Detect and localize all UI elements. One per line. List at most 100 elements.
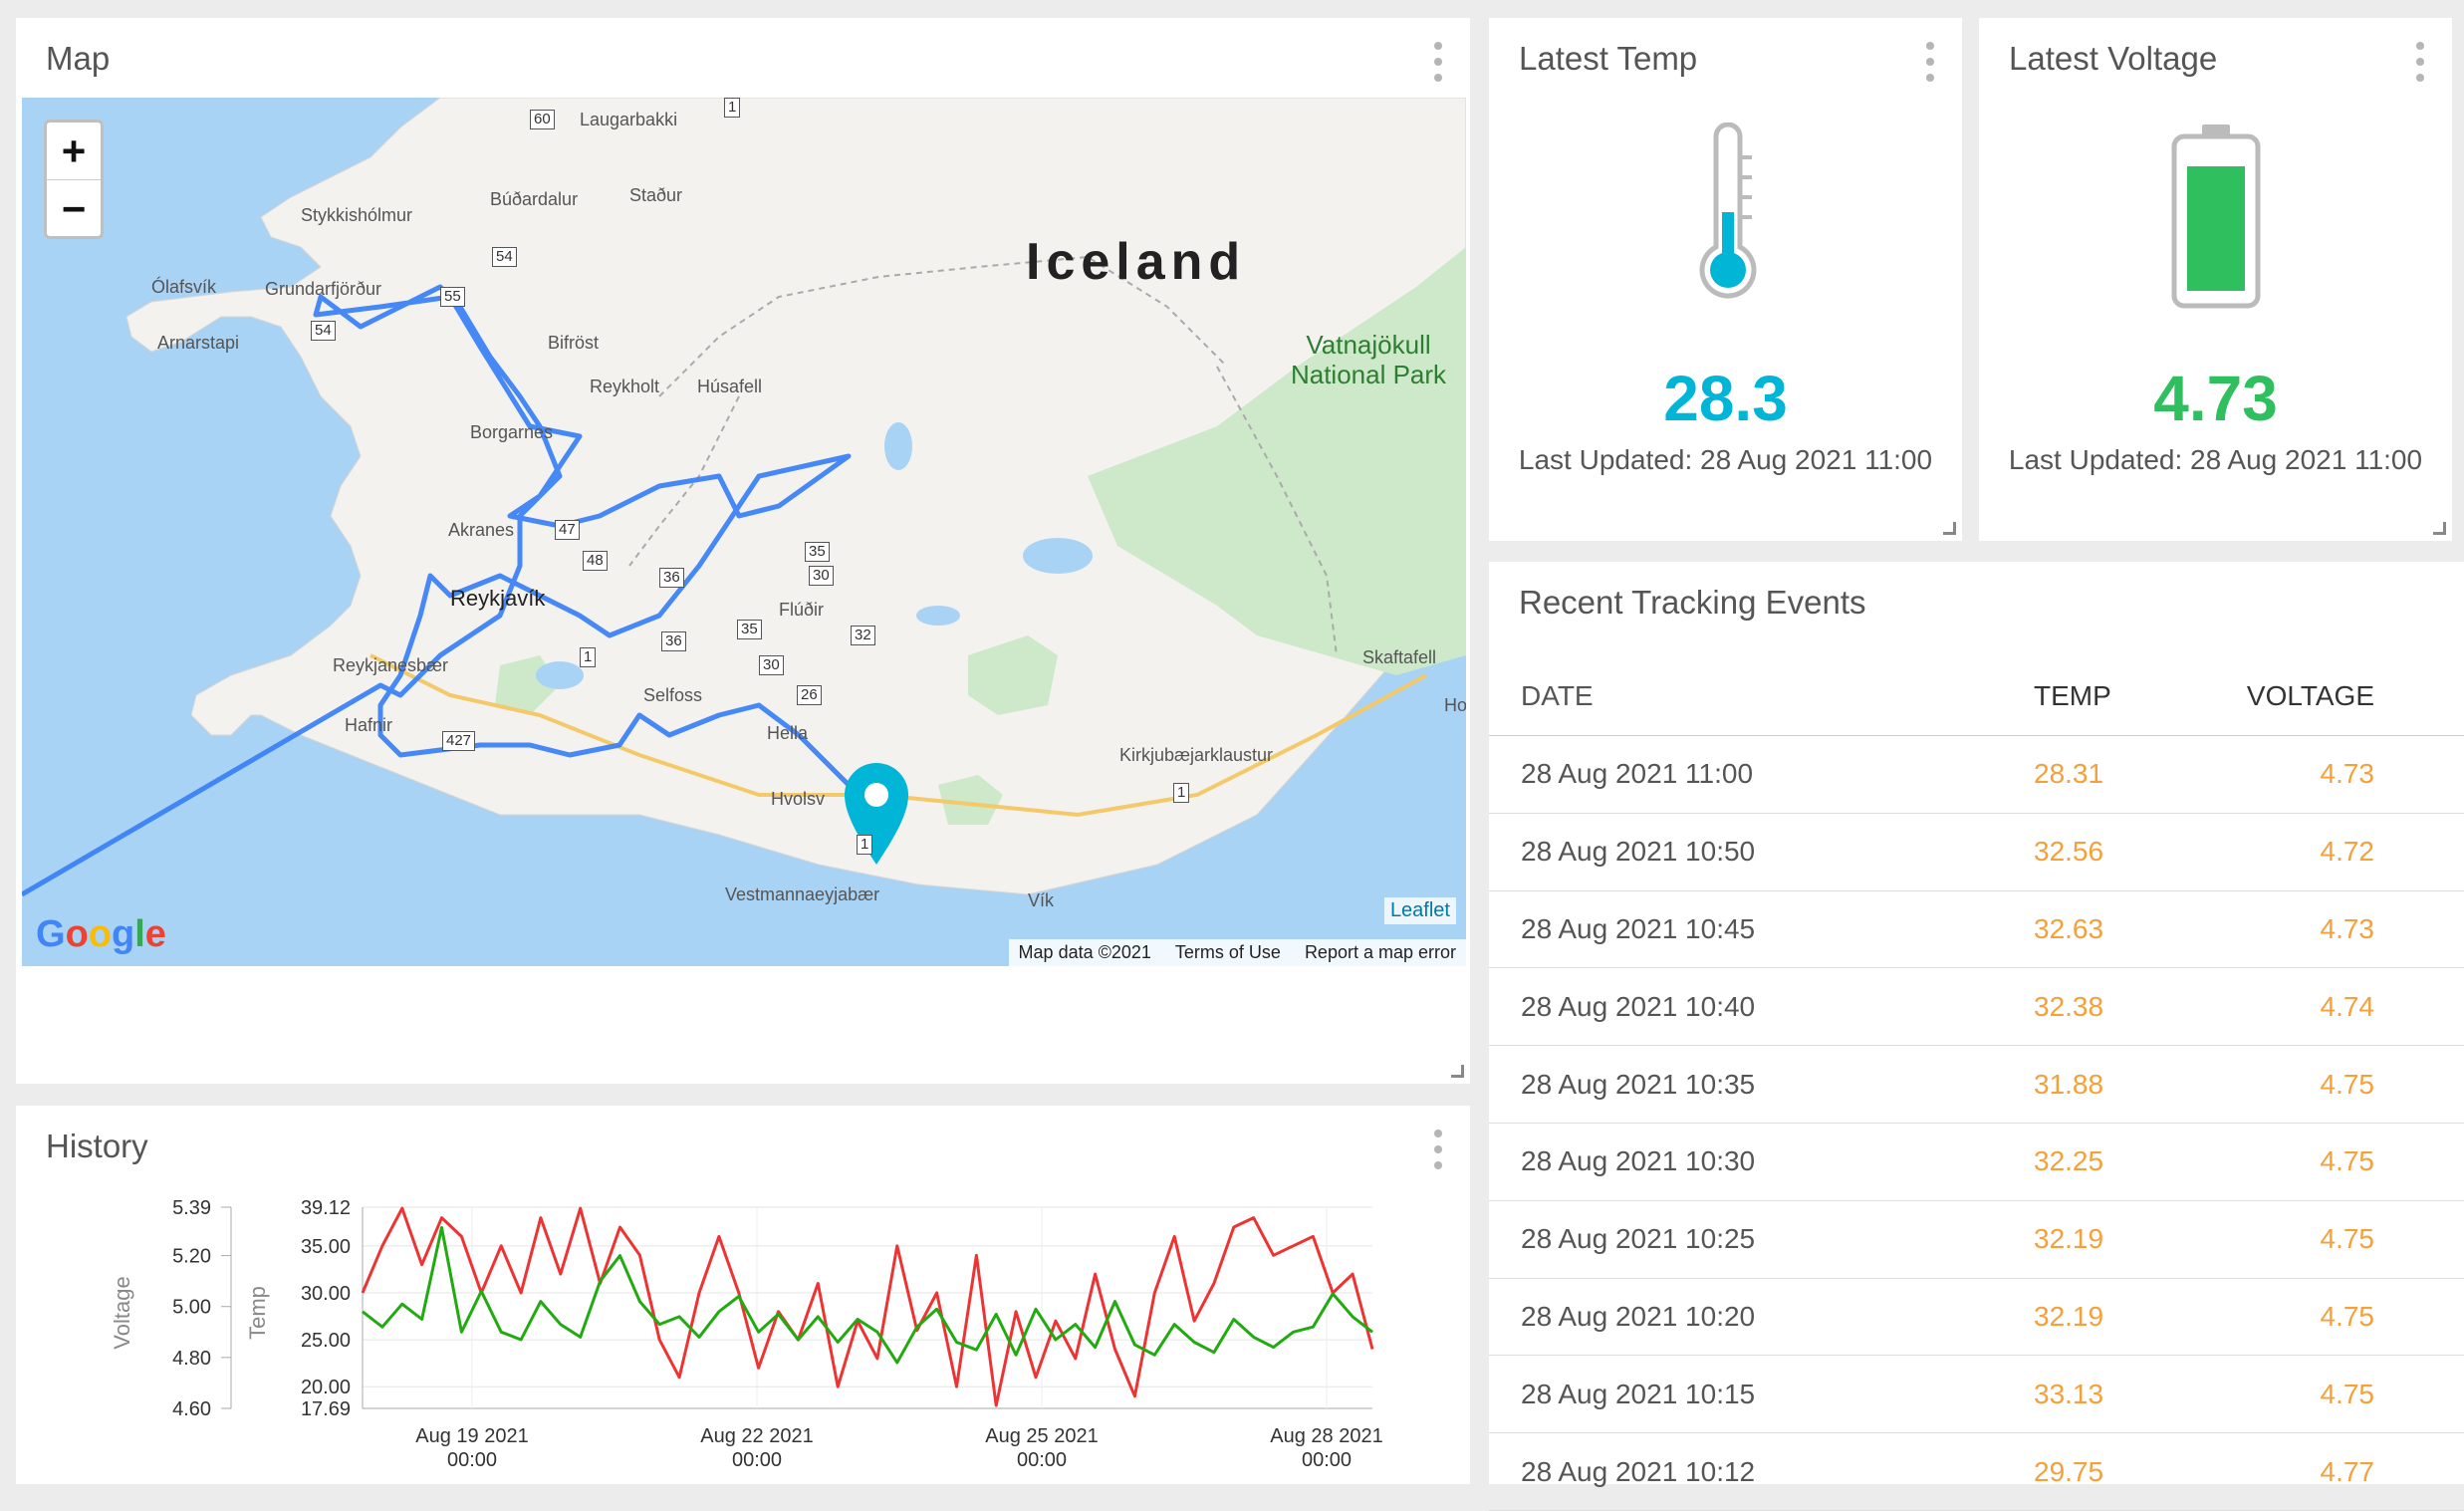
road-marker: 35 bbox=[737, 620, 762, 639]
thermometer-icon bbox=[1699, 123, 1757, 299]
zoom-out-icon[interactable]: − bbox=[47, 180, 101, 237]
temp-tick-label: 35.00 bbox=[301, 1236, 351, 1258]
leaflet-link[interactable]: Leaflet bbox=[1383, 897, 1456, 924]
row-voltage: 4.72 bbox=[2204, 813, 2464, 891]
road-marker: 54 bbox=[311, 321, 336, 341]
temp-tick-label: 17.69 bbox=[301, 1398, 351, 1420]
row-voltage: 4.73 bbox=[2204, 890, 2464, 969]
map-label: Staður bbox=[629, 185, 683, 205]
header-date[interactable]: DATE bbox=[1489, 657, 2034, 736]
map-park-label: Vatnajökull National Park bbox=[1290, 330, 1447, 389]
x-tick-label: 00:00 bbox=[447, 1449, 497, 1471]
row-voltage: 4.77 bbox=[2204, 1432, 2464, 1511]
map-label: Ólafsvík bbox=[151, 277, 217, 297]
table-row[interactable]: 28 Aug 2021 10:35 31.88 4.75 bbox=[1489, 1045, 2464, 1124]
row-temp: 32.19 bbox=[2034, 1200, 2204, 1279]
map-label: Hafnir bbox=[345, 715, 393, 735]
row-date: 28 Aug 2021 10:45 bbox=[1489, 890, 2034, 969]
map-label: Búðardalur bbox=[490, 189, 579, 209]
row-voltage: 4.75 bbox=[2204, 1200, 2464, 1279]
report-error-link[interactable]: Report a map error bbox=[1305, 942, 1456, 963]
terms-link[interactable]: Terms of Use bbox=[1175, 942, 1281, 963]
table-row[interactable]: 28 Aug 2021 10:15 33.13 4.75 bbox=[1489, 1355, 2464, 1434]
road-marker: 427 bbox=[442, 731, 476, 751]
road-marker: 47 bbox=[555, 520, 580, 540]
map-label: Reykjavík bbox=[450, 586, 546, 611]
road-marker: 26 bbox=[797, 685, 822, 705]
road-marker: 54 bbox=[492, 247, 517, 267]
row-date: 28 Aug 2021 10:30 bbox=[1489, 1123, 2034, 1201]
temp-tick-label: 20.00 bbox=[301, 1377, 351, 1398]
road-marker: 36 bbox=[661, 631, 686, 651]
map-label: Grundarfjörður bbox=[265, 279, 382, 299]
road-marker: 30 bbox=[809, 566, 834, 586]
voltage-tick-label: 5.00 bbox=[172, 1297, 211, 1319]
map-label: Stykkishólmur bbox=[301, 205, 413, 225]
zoom-in-icon[interactable]: + bbox=[47, 123, 101, 180]
voltage-tick-label: 5.20 bbox=[172, 1246, 211, 1268]
table-row[interactable]: 28 Aug 2021 10:20 32.19 4.75 bbox=[1489, 1278, 2464, 1357]
history-chart[interactable]: 39.12 35.00 30.00 25.00 20.0017.69 5.39 5.20 5.… bbox=[16, 1106, 1470, 1484]
x-tick-label: 00:00 bbox=[1302, 1449, 1352, 1471]
row-voltage: 4.75 bbox=[2204, 1355, 2464, 1434]
battery-icon bbox=[2171, 125, 2261, 309]
road-marker: 32 bbox=[851, 626, 875, 645]
table-row[interactable]: 28 Aug 2021 11:00 28.31 4.73 bbox=[1489, 735, 2464, 814]
map-label: Húsafell bbox=[697, 377, 763, 396]
road-marker: 1 bbox=[1173, 783, 1190, 803]
map-label: Flúðir bbox=[779, 600, 825, 620]
table-row[interactable]: 28 Aug 2021 10:50 32.56 4.72 bbox=[1489, 813, 2464, 891]
row-temp: 32.63 bbox=[2034, 890, 2204, 969]
temp-series-line bbox=[361, 1206, 1374, 1407]
header-temp[interactable]: TEMP bbox=[2034, 657, 2204, 736]
latest-voltage-panel: Latest Voltage 4.73 Last Updated: 28 Aug… bbox=[1979, 18, 2452, 541]
map-menu-icon[interactable] bbox=[1434, 42, 1442, 82]
row-temp: 32.56 bbox=[2034, 813, 2204, 891]
map-label: Bifröst bbox=[548, 333, 600, 353]
resize-handle[interactable] bbox=[2433, 522, 2446, 535]
row-voltage: 4.75 bbox=[2204, 1278, 2464, 1357]
latest-temp-panel: Latest Temp 28.3 Last Updated: 28 Aug 20… bbox=[1489, 18, 1962, 541]
map-label: Kirkjubæjarklaustur bbox=[1119, 745, 1274, 765]
row-voltage: 4.75 bbox=[2204, 1045, 2464, 1124]
resize-handle[interactable] bbox=[1943, 522, 1956, 535]
zoom-control: + − bbox=[44, 120, 104, 239]
map-label: Reykjanesbær bbox=[333, 655, 449, 675]
voltage-title: Latest Voltage bbox=[2009, 40, 2218, 77]
table-row[interactable]: 28 Aug 2021 10:40 32.38 4.74 bbox=[1489, 967, 2464, 1047]
row-date: 28 Aug 2021 11:00 bbox=[1489, 735, 2034, 814]
map-label: Selfoss bbox=[643, 685, 703, 705]
map-label: Hella bbox=[767, 723, 809, 743]
table-row[interactable]: 28 Aug 2021 10:12 29.75 4.77 bbox=[1489, 1432, 2464, 1511]
x-tick-label: 00:00 bbox=[732, 1449, 782, 1471]
map-label: Ho bbox=[1444, 695, 1466, 715]
table-row[interactable]: 28 Aug 2021 10:25 32.19 4.75 bbox=[1489, 1200, 2464, 1279]
row-temp: 32.25 bbox=[2034, 1123, 2204, 1201]
google-logo: Google bbox=[36, 913, 166, 955]
voltage-menu-icon[interactable] bbox=[2416, 42, 2424, 82]
history-panel: History 39.12 35.00 30.00 25.00 20.00 17.69 5.… bbox=[16, 1106, 1470, 1484]
table-row[interactable]: 28 Aug 2021 10:30 32.25 4.75 bbox=[1489, 1123, 2464, 1201]
row-temp: 32.19 bbox=[2034, 1278, 2204, 1357]
map-base bbox=[22, 98, 1466, 966]
map-label: Arnarstapi bbox=[157, 333, 240, 353]
map-attribution: Map data ©2021 Terms of Use Report a map… bbox=[1008, 939, 1466, 966]
road-marker: 55 bbox=[440, 287, 465, 307]
events-title: Recent Tracking Events bbox=[1519, 584, 1866, 621]
recent-tracking-events-panel: Recent Tracking Events DATE TEMP VOLTAGE… bbox=[1489, 562, 2464, 1511]
header-voltage[interactable]: VOLTAGE bbox=[2204, 657, 2464, 736]
row-date: 28 Aug 2021 10:25 bbox=[1489, 1200, 2034, 1279]
temp-value: 28.3 bbox=[1663, 363, 1788, 434]
map-label: Vík bbox=[1028, 890, 1055, 910]
table-header-row: DATE TEMP VOLTAGE bbox=[1489, 657, 2464, 736]
temp-axis-label: Temp bbox=[245, 1286, 270, 1340]
resize-handle[interactable] bbox=[1451, 1065, 1464, 1078]
road-marker: 30 bbox=[759, 655, 784, 675]
map-view[interactable]: + − Iceland Vatnajökull National Park La… bbox=[22, 98, 1466, 966]
temp-updated: Last Updated: 28 Aug 2021 11:00 bbox=[1518, 444, 1933, 475]
x-tick-label: Aug 22 2021 bbox=[700, 1425, 813, 1447]
row-date: 28 Aug 2021 10:15 bbox=[1489, 1355, 2034, 1434]
temp-menu-icon[interactable] bbox=[1926, 42, 1934, 82]
table-row[interactable]: 28 Aug 2021 10:45 32.63 4.73 bbox=[1489, 890, 2464, 969]
map-label: Borgarnes bbox=[470, 422, 554, 442]
